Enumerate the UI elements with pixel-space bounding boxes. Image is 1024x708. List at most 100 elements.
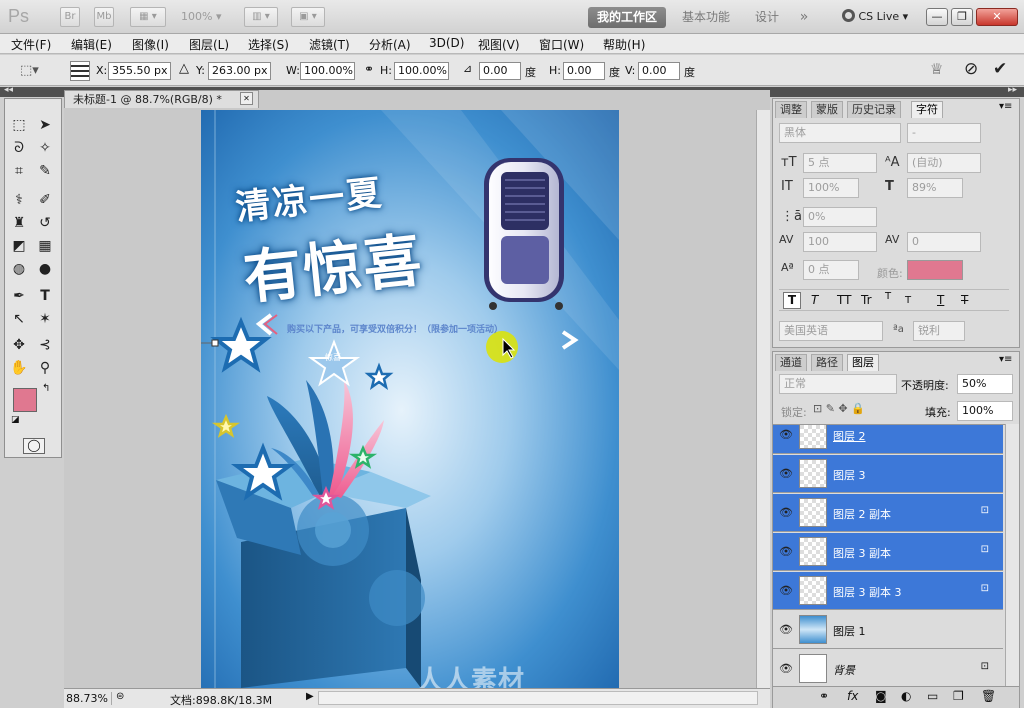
tab-character[interactable]: 字符 — [911, 101, 943, 118]
warp-icon[interactable]: ♕ — [930, 60, 943, 78]
delete-layer-icon[interactable]: 🗑 — [981, 689, 996, 703]
rotate-field[interactable]: 0.00 — [479, 62, 521, 80]
poster-canvas[interactable]: 清凉一夏 有惊喜 购买以下产品，可享受双倍积分！（限参加一项活动） 惊喜 人人素… — [201, 110, 619, 688]
screen-mode-button[interactable]: ▣ ▾ — [291, 7, 325, 27]
layer-row[interactable]: 👁 图层 2 副本 ⊡ — [773, 494, 1003, 532]
workspace-essentials[interactable]: 基本功能 — [674, 7, 738, 28]
zoom-readout[interactable]: 88.73% — [66, 692, 112, 705]
reference-point-icon[interactable] — [70, 61, 90, 81]
tracking-field[interactable]: 0 — [907, 232, 981, 252]
language-select[interactable]: 美国英语 — [779, 321, 883, 341]
maximize-button[interactable]: ❐ — [951, 8, 973, 26]
visibility-eye-icon[interactable]: 👁 — [779, 467, 793, 480]
history-brush-icon[interactable]: ↺ — [35, 213, 55, 233]
eraser-icon[interactable]: ◩ — [9, 236, 29, 256]
new-group-icon[interactable]: ▭ — [927, 689, 938, 703]
vertical-skew-field[interactable]: 0.00 — [638, 62, 680, 80]
clone-stamp-icon[interactable]: ♜ — [9, 213, 29, 233]
tab-paths[interactable]: 路径 — [811, 354, 843, 371]
y-position-field[interactable]: 263.00 px — [208, 62, 271, 80]
text-color-swatch[interactable] — [907, 260, 963, 280]
view-extras-button[interactable]: ▦ ▾ — [130, 7, 166, 27]
menu-select[interactable]: 选择(S) — [248, 36, 289, 53]
menu-filter[interactable]: 滤镜(T) — [309, 36, 350, 53]
subscript-button[interactable]: T — [905, 295, 911, 306]
foreground-color-swatch[interactable] — [13, 388, 37, 412]
move-tool-preset-icon[interactable]: ⬚▾ — [20, 63, 39, 78]
layer-style-icon[interactable]: fx — [847, 689, 858, 703]
strikethrough-button[interactable]: T — [961, 293, 968, 307]
healing-brush-icon[interactable]: ⚕ — [9, 190, 29, 210]
collapse-tools-icon[interactable]: ◂◂ — [4, 85, 13, 95]
kerning-field[interactable]: 100 — [803, 232, 877, 252]
panel-menu-icon[interactable]: ▾≡ — [999, 101, 1012, 112]
mini-bridge-button[interactable]: Mb — [94, 7, 114, 27]
arrange-documents-button[interactable]: ▥ ▾ — [244, 7, 278, 27]
brush-tool-icon[interactable]: ✐ — [35, 190, 55, 210]
horizontal-scrollbar[interactable] — [318, 691, 758, 705]
minimize-button[interactable]: — — [926, 8, 948, 26]
antialias-select[interactable]: 锐利 — [913, 321, 965, 341]
menu-image[interactable]: 图像(I) — [132, 36, 169, 53]
lock-options-icon[interactable]: ⊡ ✎ ✥ 🔒 — [813, 402, 865, 415]
opacity-field[interactable]: 50% — [957, 374, 1013, 394]
menu-analysis[interactable]: 分析(A) — [369, 36, 411, 53]
workspace-design[interactable]: 设计 — [746, 7, 788, 28]
underline-button[interactable]: T — [937, 293, 944, 307]
tab-masks[interactable]: 蒙版 — [811, 101, 843, 118]
eyedropper-icon[interactable]: ✎ — [35, 161, 55, 181]
lasso-tool-icon[interactable]: ᘐ — [9, 138, 29, 158]
font-size-field[interactable]: 5 点 — [803, 153, 877, 173]
x-position-field[interactable]: 355.50 px — [108, 62, 171, 80]
menu-view[interactable]: 视图(V) — [478, 36, 520, 53]
link-layers-icon[interactable]: ⚭ — [819, 689, 829, 703]
magic-wand-icon[interactable]: ✧ — [35, 138, 55, 158]
faux-italic-button[interactable]: T — [811, 293, 818, 307]
visibility-eye-icon[interactable]: 👁 — [779, 584, 793, 597]
menu-window[interactable]: 窗口(W) — [539, 36, 584, 53]
fill-field[interactable]: 100% — [957, 401, 1013, 421]
type-tool-icon[interactable]: T — [35, 286, 55, 306]
commit-transform-icon[interactable]: ✔ — [993, 59, 1007, 79]
custom-shape-icon[interactable]: ✶ — [35, 309, 55, 329]
marquee-tool-icon[interactable]: ⬚ — [9, 115, 29, 135]
superscript-button[interactable]: T — [885, 291, 891, 302]
width-scale-field[interactable]: 100.00% — [300, 62, 355, 80]
layer-row[interactable]: 👁 图层 3 — [773, 455, 1003, 493]
zoom-level-dropdown[interactable]: 100% ▾ — [181, 10, 221, 23]
zoom-tool-icon[interactable]: ⚲ — [35, 358, 55, 378]
layer-row[interactable]: 👁 图层 3 副本 3 ⊡ — [773, 572, 1003, 610]
add-mask-icon[interactable]: ◙ — [875, 689, 887, 703]
close-window-button[interactable]: ✕ — [976, 8, 1018, 26]
move-tool-icon[interactable]: ➤ — [35, 115, 55, 135]
vertical-scrollbar[interactable] — [756, 110, 770, 688]
blur-tool-icon[interactable]: ◍ — [9, 259, 29, 279]
menu-edit[interactable]: 编辑(E) — [71, 36, 112, 53]
visibility-eye-icon[interactable]: 👁 — [779, 623, 793, 636]
3d-orbit-icon[interactable]: ⊰ — [35, 335, 55, 355]
leading-field[interactable]: (自动) — [907, 153, 981, 173]
status-expand-icon[interactable]: ▶ — [306, 691, 314, 702]
layers-scrollbar[interactable] — [1005, 424, 1019, 686]
visibility-eye-icon[interactable]: 👁 — [779, 428, 793, 441]
path-selection-icon[interactable]: ↖ — [9, 309, 29, 329]
hand-tool-icon[interactable]: ✋ — [9, 358, 29, 378]
more-workspaces-icon[interactable]: » — [792, 7, 816, 28]
collapse-panels-icon[interactable]: ▸▸ — [1008, 85, 1017, 95]
default-colors-icon[interactable]: ◪ — [11, 415, 20, 425]
crop-tool-icon[interactable]: ⌗ — [9, 161, 29, 181]
layer-row[interactable]: 👁 图层 1 — [773, 611, 1003, 649]
swap-colors-icon[interactable]: ↰ — [42, 383, 50, 394]
visibility-eye-icon[interactable]: 👁 — [779, 662, 793, 675]
visibility-eye-icon[interactable]: 👁 — [779, 506, 793, 519]
status-menu-icon[interactable]: ⊜ — [116, 691, 124, 702]
relative-position-icon[interactable]: △ — [179, 61, 189, 76]
pen-tool-icon[interactable]: ✒ — [9, 286, 29, 306]
gradient-icon[interactable]: ▦ — [35, 236, 55, 256]
menu-help[interactable]: 帮助(H) — [603, 36, 645, 53]
quick-mask-button[interactable]: ◯ — [23, 438, 45, 454]
tab-channels[interactable]: 通道 — [775, 354, 807, 371]
new-layer-icon[interactable]: ❐ — [953, 689, 964, 703]
adjustment-layer-icon[interactable]: ◐ — [901, 689, 911, 703]
link-icon[interactable]: ⚭ — [364, 62, 374, 76]
